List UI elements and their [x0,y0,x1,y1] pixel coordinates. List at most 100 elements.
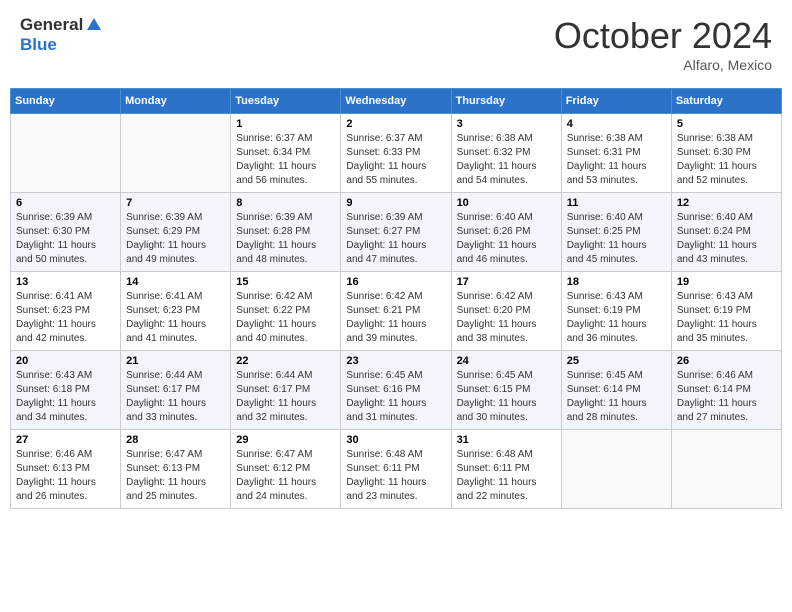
logo: General Blue [20,15,103,55]
day-info: Sunrise: 6:46 AMSunset: 6:13 PMDaylight:… [16,448,115,504]
calendar-cell: 28 Sunrise: 6:47 AMSunset: 6:13 PMDayligh… [121,430,231,509]
day-number: 5 [677,118,776,130]
calendar-week-5: 27 Sunrise: 6:46 AMSunset: 6:13 PMDayligh… [11,430,782,509]
day-number: 9 [346,197,445,209]
day-info: Sunrise: 6:39 AMSunset: 6:29 PMDaylight:… [126,211,225,267]
day-info: Sunrise: 6:47 AMSunset: 6:12 PMDaylight:… [236,448,335,504]
calendar-cell: 20 Sunrise: 6:43 AMSunset: 6:18 PMDayligh… [11,351,121,430]
day-info: Sunrise: 6:37 AMSunset: 6:34 PMDaylight:… [236,132,335,188]
day-info: Sunrise: 6:43 AMSunset: 6:18 PMDaylight:… [16,369,115,425]
day-info: Sunrise: 6:37 AMSunset: 6:33 PMDaylight:… [346,132,445,188]
day-info: Sunrise: 6:42 AMSunset: 6:20 PMDaylight:… [457,290,556,346]
day-info: Sunrise: 6:43 AMSunset: 6:19 PMDaylight:… [567,290,666,346]
calendar-cell: 16 Sunrise: 6:42 AMSunset: 6:21 PMDayligh… [341,272,451,351]
day-info: Sunrise: 6:39 AMSunset: 6:30 PMDaylight:… [16,211,115,267]
calendar-cell: 13Sunrise: 6:41 AMSunset: 6:23 PMDayligh… [11,272,121,351]
page-header: General Blue October 2024 Alfaro, Mexico [10,10,782,78]
day-number: 27 [16,434,115,446]
day-info: Sunrise: 6:46 AMSunset: 6:14 PMDaylight:… [677,369,776,425]
day-number: 18 [567,276,666,288]
month-title: October 2024 [554,15,772,57]
day-info: Sunrise: 6:42 AMSunset: 6:21 PMDaylight:… [346,290,445,346]
weekday-header-wednesday: Wednesday [341,89,451,114]
day-number: 15 [236,276,335,288]
weekday-header-sunday: Sunday [11,89,121,114]
calendar-cell: 19 Sunrise: 6:43 AMSunset: 6:19 PMDayligh… [671,272,781,351]
calendar-cell: 22 Sunrise: 6:44 AMSunset: 6:17 PMDayligh… [231,351,341,430]
calendar-cell: 12 Sunrise: 6:40 AMSunset: 6:24 PMDayligh… [671,193,781,272]
day-info: Sunrise: 6:40 AMSunset: 6:24 PMDaylight:… [677,211,776,267]
weekday-header-saturday: Saturday [671,89,781,114]
day-number: 26 [677,355,776,367]
day-number: 3 [457,118,556,130]
calendar-cell: 18 Sunrise: 6:43 AMSunset: 6:19 PMDayligh… [561,272,671,351]
day-info: Sunrise: 6:48 AMSunset: 6:11 PMDaylight:… [457,448,556,504]
calendar-header-row: SundayMondayTuesdayWednesdayThursdayFrid… [11,89,782,114]
day-info: Sunrise: 6:45 AMSunset: 6:14 PMDaylight:… [567,369,666,425]
day-number: 4 [567,118,666,130]
day-info: Sunrise: 6:43 AMSunset: 6:19 PMDaylight:… [677,290,776,346]
day-info: Sunrise: 6:47 AMSunset: 6:13 PMDaylight:… [126,448,225,504]
calendar-cell: 6 Sunrise: 6:39 AMSunset: 6:30 PMDaylight… [11,193,121,272]
calendar-cell [11,114,121,193]
day-number: 6 [16,197,115,209]
calendar-cell: 27 Sunrise: 6:46 AMSunset: 6:13 PMDayligh… [11,430,121,509]
calendar-week-1: 1Sunrise: 6:37 AMSunset: 6:34 PMDaylight… [11,114,782,193]
day-number: 24 [457,355,556,367]
logo-icon [85,16,103,34]
calendar-cell: 5Sunrise: 6:38 AMSunset: 6:30 PMDaylight… [671,114,781,193]
day-number: 22 [236,355,335,367]
calendar-cell: 14 Sunrise: 6:41 AMSunset: 6:23 PMDayligh… [121,272,231,351]
calendar-body: 1Sunrise: 6:37 AMSunset: 6:34 PMDaylight… [11,114,782,509]
day-number: 28 [126,434,225,446]
day-info: Sunrise: 6:44 AMSunset: 6:17 PMDaylight:… [236,369,335,425]
calendar-cell: 17 Sunrise: 6:42 AMSunset: 6:20 PMDayligh… [451,272,561,351]
day-number: 17 [457,276,556,288]
weekday-header-monday: Monday [121,89,231,114]
calendar-cell: 8 Sunrise: 6:39 AMSunset: 6:28 PMDaylight… [231,193,341,272]
day-info: Sunrise: 6:38 AMSunset: 6:32 PMDaylight:… [457,132,556,188]
day-info: Sunrise: 6:39 AMSunset: 6:27 PMDaylight:… [346,211,445,267]
calendar-cell [561,430,671,509]
day-number: 16 [346,276,445,288]
day-info: Sunrise: 6:45 AMSunset: 6:15 PMDaylight:… [457,369,556,425]
calendar-cell: 11Sunrise: 6:40 AMSunset: 6:25 PMDayligh… [561,193,671,272]
calendar-cell: 7Sunrise: 6:39 AMSunset: 6:29 PMDaylight… [121,193,231,272]
day-number: 31 [457,434,556,446]
day-info: Sunrise: 6:38 AMSunset: 6:31 PMDaylight:… [567,132,666,188]
day-number: 10 [457,197,556,209]
calendar-week-2: 6 Sunrise: 6:39 AMSunset: 6:30 PMDaylight… [11,193,782,272]
calendar-cell: 24 Sunrise: 6:45 AMSunset: 6:15 PMDayligh… [451,351,561,430]
day-info: Sunrise: 6:48 AMSunset: 6:11 PMDaylight:… [346,448,445,504]
day-number: 30 [346,434,445,446]
weekday-header-tuesday: Tuesday [231,89,341,114]
day-info: Sunrise: 6:39 AMSunset: 6:28 PMDaylight:… [236,211,335,267]
day-number: 2 [346,118,445,130]
calendar-cell: 23Sunrise: 6:45 AMSunset: 6:16 PMDayligh… [341,351,451,430]
weekday-header-friday: Friday [561,89,671,114]
day-number: 19 [677,276,776,288]
calendar-cell: 25Sunrise: 6:45 AMSunset: 6:14 PMDayligh… [561,351,671,430]
day-number: 13 [16,276,115,288]
logo-text-blue: Blue [20,35,57,54]
day-number: 8 [236,197,335,209]
calendar-cell: 26 Sunrise: 6:46 AMSunset: 6:14 PMDayligh… [671,351,781,430]
calendar-cell: 9 Sunrise: 6:39 AMSunset: 6:27 PMDaylight… [341,193,451,272]
calendar-cell: 31 Sunrise: 6:48 AMSunset: 6:11 PMDayligh… [451,430,561,509]
day-number: 11 [567,197,666,209]
calendar-cell [671,430,781,509]
day-number: 12 [677,197,776,209]
weekday-header-thursday: Thursday [451,89,561,114]
calendar-cell: 4 Sunrise: 6:38 AMSunset: 6:31 PMDaylight… [561,114,671,193]
day-number: 23 [346,355,445,367]
day-number: 14 [126,276,225,288]
calendar-cell [121,114,231,193]
logo-text-general: General [20,15,83,35]
calendar-cell: 15Sunrise: 6:42 AMSunset: 6:22 PMDayligh… [231,272,341,351]
calendar-week-3: 13 Sunrise: 6:41 AMSunset: 6:23 PMDayligh… [11,272,782,351]
calendar-table: SundayMondayTuesdayWednesdayThursdayFrid… [10,88,782,509]
day-number: 29 [236,434,335,446]
calendar-cell: 10Sunrise: 6:40 AMSunset: 6:26 PMDayligh… [451,193,561,272]
day-number: 20 [16,355,115,367]
day-info: Sunrise: 6:41 AMSunset: 6:23 PMDaylight:… [126,290,225,346]
